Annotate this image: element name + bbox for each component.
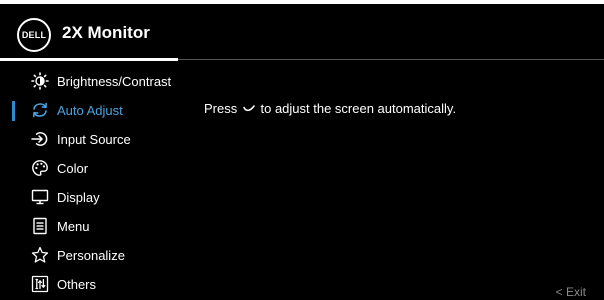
- menu-item-label: Color: [57, 161, 89, 176]
- selection-indicator: [12, 101, 15, 121]
- menu-item-auto-adjust[interactable]: Auto Adjust: [0, 96, 180, 125]
- brightness-icon: [31, 72, 49, 90]
- menu-item-input-source[interactable]: Input Source: [0, 125, 180, 154]
- display-icon: [31, 188, 49, 206]
- menu-icon: [31, 217, 49, 235]
- message-prefix: Press: [204, 101, 238, 116]
- menu-item-others[interactable]: Others: [0, 270, 180, 299]
- input-source-icon: [31, 130, 49, 148]
- color-palette-icon: [31, 159, 49, 177]
- others-icon: [31, 275, 49, 293]
- menu-item-brightness-contrast[interactable]: Brightness/Contrast: [0, 67, 180, 96]
- menu-item-label: Brightness/Contrast: [57, 74, 172, 89]
- menu-item-label: Others: [57, 277, 97, 292]
- dell-logo: DELL: [17, 18, 51, 52]
- header-divider-active: [0, 58, 178, 61]
- menu-item-label: Personalize: [57, 248, 125, 263]
- menu-item-label: Auto Adjust: [57, 103, 123, 118]
- menu-item-personalize[interactable]: Personalize: [0, 241, 180, 270]
- osd-header: DELL 2X Monitor: [0, 4, 604, 58]
- menu-item-menu[interactable]: Menu: [0, 212, 180, 241]
- menu-item-label: Menu: [57, 219, 90, 234]
- menu-item-label: Display: [57, 190, 100, 205]
- auto-adjust-description: Press to adjust the screen automatically…: [204, 101, 456, 116]
- menu-item-display[interactable]: Display: [0, 183, 180, 212]
- exit-button[interactable]: < Exit: [556, 285, 586, 299]
- checkmark-icon: [243, 101, 255, 112]
- header-divider: [178, 59, 604, 60]
- star-icon: [31, 246, 49, 264]
- menu-item-label: Input Source: [57, 132, 131, 147]
- menu-item-color[interactable]: Color: [0, 154, 180, 183]
- main-menu: Brightness/Contrast Auto Adjust Input So…: [0, 67, 180, 299]
- osd-window: DELL 2X Monitor Brightness/Contrast Auto…: [0, 4, 604, 300]
- auto-adjust-icon: [31, 101, 49, 119]
- monitor-title: 2X Monitor: [62, 23, 150, 42]
- message-suffix: to adjust the screen automatically.: [260, 101, 457, 116]
